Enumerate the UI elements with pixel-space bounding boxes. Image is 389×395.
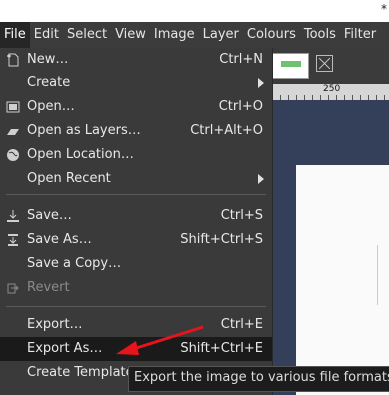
menu-item-save-a-copy[interactable]: Save a Copy…	[0, 252, 272, 276]
globe-icon	[7, 149, 19, 161]
image-tab-thumbnail[interactable]	[271, 53, 309, 79]
menu-view[interactable]: View	[111, 22, 150, 48]
menu-item-export[interactable]: Export… Ctrl+E	[0, 313, 272, 337]
menu-select[interactable]: Select	[63, 22, 111, 48]
menu-tools[interactable]: Tools	[300, 22, 340, 48]
window-titlebar: *	[0, 0, 389, 22]
submenu-arrow-icon	[258, 174, 264, 184]
image-canvas[interactable]	[296, 165, 389, 395]
menubar: File Edit Select View Image Layer Colour…	[0, 22, 389, 48]
menu-filters[interactable]: Filter	[340, 22, 380, 48]
menu-item-open-recent[interactable]: Open Recent	[0, 167, 272, 191]
menu-image[interactable]: Image	[150, 22, 199, 48]
tooltip: Export the image to various file formats…	[128, 366, 389, 392]
menu-edit[interactable]: Edit	[30, 22, 63, 48]
submenu-arrow-icon	[258, 78, 264, 88]
open-icon	[6, 101, 20, 113]
menu-item-revert: Revert	[0, 276, 272, 300]
new-file-icon	[7, 53, 19, 67]
revert-icon	[7, 283, 19, 294]
menu-item-save[interactable]: Save… Ctrl+S	[0, 204, 272, 228]
menu-item-open[interactable]: Open… Ctrl+O	[0, 95, 272, 119]
menu-item-create[interactable]: Create	[0, 71, 272, 95]
menu-item-export-as[interactable]: Export As… Shift+Ctrl+E	[0, 337, 272, 361]
menu-separator	[6, 306, 266, 307]
save-icon	[7, 210, 19, 222]
layers-icon	[7, 129, 19, 135]
menu-colours[interactable]: Colours	[243, 22, 300, 48]
horizontal-ruler: 250	[272, 84, 389, 101]
save-as-icon	[8, 234, 18, 246]
ruler-mark: 250	[322, 84, 342, 94]
menu-layer[interactable]: Layer	[199, 22, 243, 48]
menu-separator	[6, 194, 266, 195]
unsaved-indicator: *	[381, 2, 387, 16]
canvas-edge	[377, 245, 389, 305]
menu-item-open-as-layers[interactable]: Open as Layers… Ctrl+Alt+O	[0, 119, 272, 143]
close-tab-icon[interactable]	[316, 55, 333, 72]
menu-item-open-location[interactable]: Open Location…	[0, 143, 272, 167]
menu-file[interactable]: File	[0, 22, 30, 48]
menu-item-save-as[interactable]: Save As… Shift+Ctrl+S	[0, 228, 272, 252]
menu-item-new[interactable]: New… Ctrl+N	[0, 48, 272, 72]
file-menu: New… Ctrl+N Create Open… Ctrl+O Open as …	[0, 48, 273, 395]
